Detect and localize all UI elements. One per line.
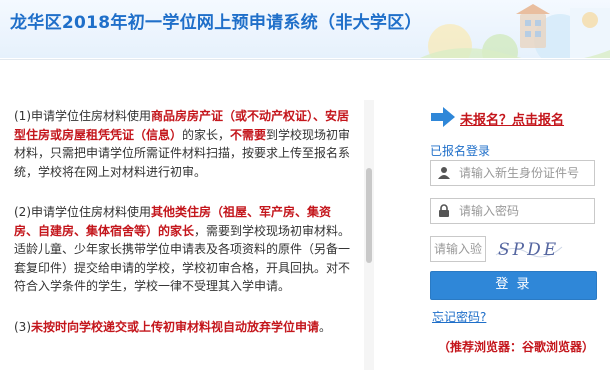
password-input[interactable] — [457, 200, 596, 222]
user-icon — [431, 161, 457, 185]
notice-paragraph-2: (2)申请学位住房材料使用其他类住房（祖屋、军产房、集资房、自建房、集体宿舍等）… — [14, 203, 354, 296]
notice-paragraph-3: (3)未按时向学校递交或上传初审材料视自动放弃学位申请。 — [14, 318, 354, 337]
header-decoration-illustration — [420, 4, 610, 58]
id-number-field[interactable] — [430, 160, 596, 186]
captcha-image[interactable]: SPDE — [492, 235, 564, 263]
arrow-right-icon — [431, 107, 455, 127]
notice-paragraph-1: (1)申请学位住房材料使用商品房房产证（或不动产权证）、安居型住房或房屋租凭凭证… — [14, 107, 354, 181]
notice-1-highlight-2: 不需要 — [230, 127, 267, 142]
page-title: 龙华区2018年初一学位网上预申请系统（非大学区） — [10, 13, 422, 33]
captcha-input[interactable] — [430, 236, 486, 262]
notice-1-mid: 的家长， — [182, 127, 231, 142]
notice-panel: (1)申请学位住房材料使用商品房房产证（或不动产权证）、安居型住房或房屋租凭凭证… — [14, 103, 364, 368]
registered-login-label: 已报名登录 — [430, 144, 491, 158]
notice-3-prefix: (3) — [14, 320, 31, 334]
lock-icon — [431, 199, 457, 223]
notice-3-highlight: 未按时向学校递交或上传初审材料视自动放弃学位申请 — [31, 320, 320, 334]
login-button[interactable]: 登 录 — [430, 271, 597, 300]
notice-2-prefix: (2)申请学位住房材料使用 — [14, 205, 151, 219]
id-number-input[interactable] — [457, 162, 596, 184]
captcha-text: SPDE — [498, 240, 559, 260]
notice-scrollbar-thumb[interactable] — [366, 168, 372, 263]
page-header: 龙华区2018年初一学位网上预申请系统（非大学区） — [0, 0, 610, 58]
password-field[interactable] — [430, 198, 596, 224]
header-divider — [0, 59, 610, 60]
notice-1-prefix: (1)申请学位住房材料使用 — [14, 109, 151, 123]
register-link[interactable]: 未报名？点击报名 — [460, 109, 564, 128]
forgot-password-link[interactable]: 忘记密码? — [432, 308, 486, 325]
browser-recommendation: （推荐浏览器：谷歌浏览器） — [438, 340, 595, 354]
notice-3-suffix: 。 — [319, 320, 332, 334]
